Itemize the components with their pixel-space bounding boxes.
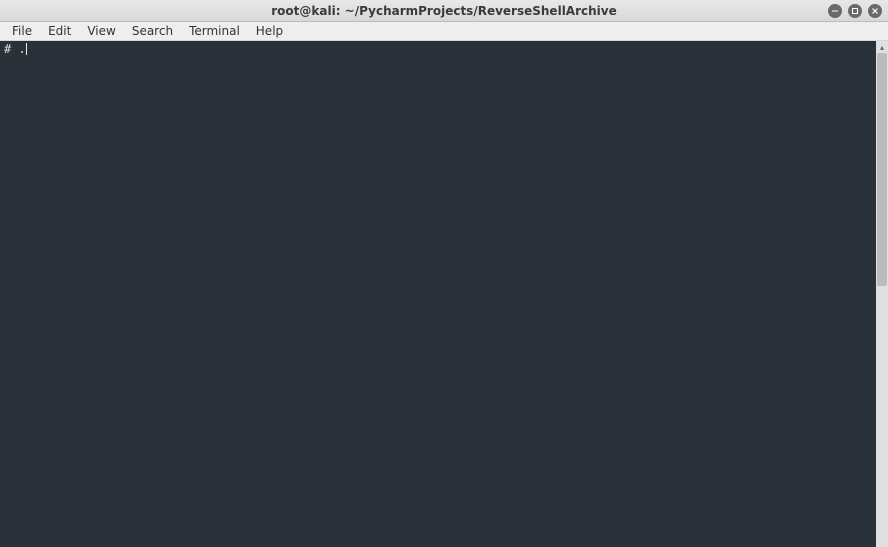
cursor-icon [26,43,27,55]
window-controls [828,4,882,18]
terminal-container: # . ▴ [0,41,888,547]
minimize-button[interactable] [828,4,842,18]
minimize-icon [831,7,839,15]
title-bar: root@kali: ~/PycharmProjects/ReverseShel… [0,0,888,22]
menu-terminal[interactable]: Terminal [181,22,248,40]
menu-file[interactable]: File [4,22,40,40]
scrollbar[interactable]: ▴ [876,41,888,547]
command-input[interactable]: . [18,42,25,56]
close-icon [871,7,879,15]
scroll-up-icon[interactable]: ▴ [876,41,888,53]
maximize-icon [851,7,859,15]
maximize-button[interactable] [848,4,862,18]
menu-help[interactable]: Help [248,22,291,40]
scroll-thumb[interactable] [877,53,887,286]
shell-prompt: # [4,42,18,56]
prompt-line: # . [4,42,872,56]
window-title: root@kali: ~/PycharmProjects/ReverseShel… [0,4,888,18]
menu-bar: File Edit View Search Terminal Help [0,22,888,41]
terminal[interactable]: # . [0,41,876,547]
menu-search[interactable]: Search [124,22,181,40]
close-button[interactable] [868,4,882,18]
menu-view[interactable]: View [79,22,123,40]
menu-edit[interactable]: Edit [40,22,79,40]
